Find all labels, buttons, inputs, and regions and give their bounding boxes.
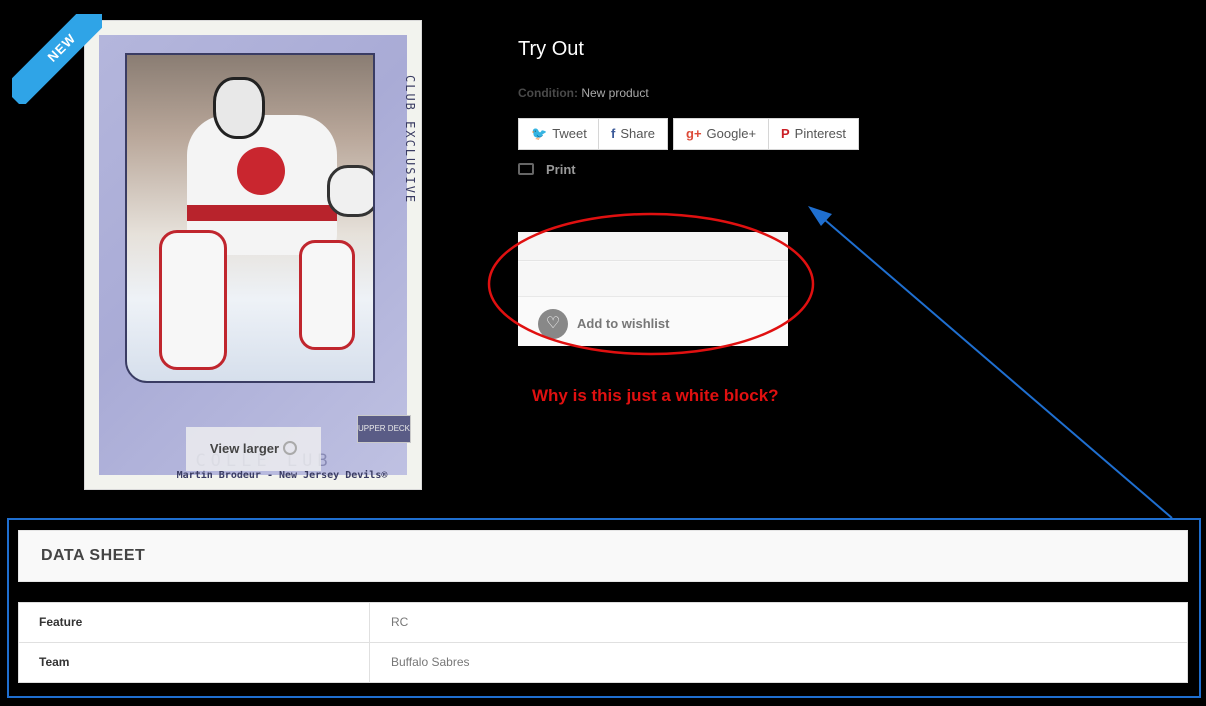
row-key: Team <box>39 655 70 669</box>
datasheet-header: DATA SHEET <box>18 530 1188 582</box>
datasheet-title: DATA SHEET <box>41 547 146 564</box>
blue-arrow-line <box>817 213 1173 519</box>
row-key: Feature <box>39 615 83 629</box>
table-row: Feature RC <box>19 603 1187 643</box>
red-ellipse <box>487 212 815 356</box>
row-value: RC <box>391 615 409 629</box>
annotation-text: Why is this just a white block? <box>532 386 779 405</box>
row-value: Buffalo Sabres <box>391 655 470 669</box>
table-row: Team Buffalo Sabres <box>19 643 1187 683</box>
datasheet-table: Feature RC Team Buffalo Sabres <box>18 602 1188 683</box>
